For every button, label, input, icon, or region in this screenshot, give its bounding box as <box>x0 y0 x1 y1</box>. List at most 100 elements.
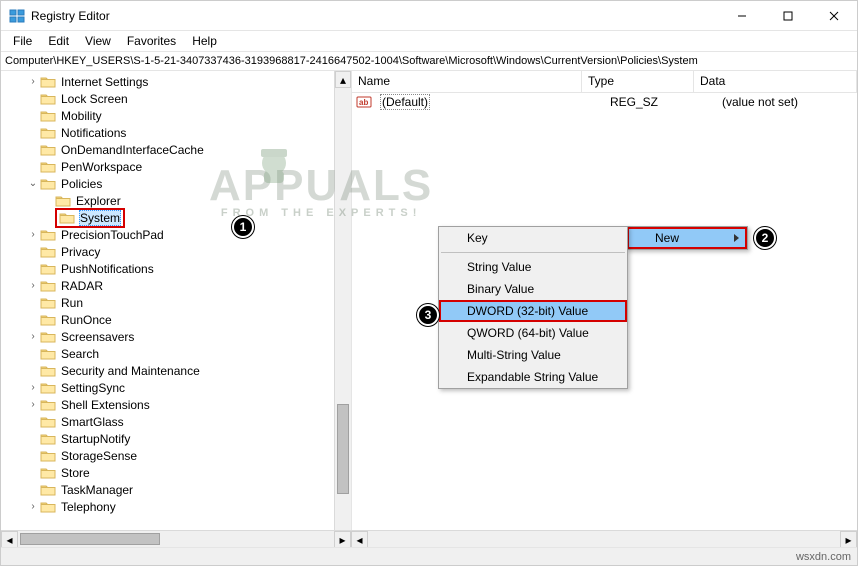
tree-scroll-thumb[interactable] <box>337 404 349 494</box>
scroll-right-icon[interactable]: ▸ <box>840 531 857 548</box>
menu-favorites[interactable]: Favorites <box>119 32 184 50</box>
folder-icon <box>40 500 56 514</box>
folder-icon <box>40 245 56 259</box>
column-data[interactable]: Data <box>694 71 857 92</box>
tree-item-mobility[interactable]: Mobility <box>1 107 351 124</box>
folder-icon <box>40 177 56 191</box>
tree-item-label: Shell Extensions <box>60 398 151 412</box>
tree-item-runonce[interactable]: RunOnce <box>1 311 351 328</box>
tree-item-notifications[interactable]: Notifications <box>1 124 351 141</box>
menu-view[interactable]: View <box>77 32 119 50</box>
tree-item-label: OnDemandInterfaceCache <box>60 143 205 157</box>
tree-item-privacy[interactable]: Privacy <box>1 243 351 260</box>
value-name: (Default) <box>380 94 430 110</box>
context-item-new[interactable]: New <box>627 227 747 249</box>
tree-item-lock-screen[interactable]: Lock Screen <box>1 90 351 107</box>
tree-item-telephony[interactable]: ›Telephony <box>1 498 351 515</box>
menu-edit[interactable]: Edit <box>40 32 77 50</box>
context-item-multistring[interactable]: Multi-String Value <box>439 344 627 366</box>
tree-item-penworkspace[interactable]: PenWorkspace <box>1 158 351 175</box>
folder-icon <box>55 194 71 208</box>
value-type: REG_SZ <box>604 94 716 110</box>
folder-icon <box>40 330 56 344</box>
folder-icon <box>40 466 56 480</box>
menubar: File Edit View Favorites Help <box>1 31 857 51</box>
tree-item-search[interactable]: Search <box>1 345 351 362</box>
address-bar[interactable]: Computer\HKEY_USERS\S-1-5-21-3407337436-… <box>1 51 857 71</box>
tree-item-internet-settings[interactable]: ›Internet Settings <box>1 73 351 90</box>
tree-item-storagesense[interactable]: StorageSense <box>1 447 351 464</box>
statusbar: wsxdn.com <box>1 547 857 565</box>
folder-icon <box>40 92 56 106</box>
expander-icon[interactable]: › <box>26 501 40 512</box>
close-button[interactable] <box>811 1 857 31</box>
regedit-icon <box>9 8 25 24</box>
tree-item-smartglass[interactable]: SmartGlass <box>1 413 351 430</box>
menu-help[interactable]: Help <box>184 32 225 50</box>
tree-item-label: TaskManager <box>60 483 134 497</box>
registry-tree[interactable]: ›Internet SettingsLock ScreenMobility Not… <box>1 71 351 517</box>
expander-icon[interactable]: › <box>26 280 40 291</box>
tree-item-settingsync[interactable]: ›SettingSync <box>1 379 351 396</box>
scroll-left-icon[interactable]: ◂ <box>1 531 18 548</box>
minimize-button[interactable] <box>719 1 765 31</box>
expander-icon[interactable]: › <box>26 229 40 240</box>
context-item-binary[interactable]: Binary Value <box>439 278 627 300</box>
expander-icon[interactable]: › <box>26 399 40 410</box>
tree-item-ondemandinterfacecache[interactable]: OnDemandInterfaceCache <box>1 141 351 158</box>
folder-icon <box>40 126 56 140</box>
folder-icon <box>40 262 56 276</box>
tree-hscroll-thumb[interactable] <box>20 533 160 545</box>
tree-item-explorer[interactable]: Explorer <box>1 192 351 209</box>
tree-item-radar[interactable]: ›RADAR <box>1 277 351 294</box>
context-item-dword[interactable]: DWORD (32-bit) Value <box>439 300 627 322</box>
tree-item-label: SmartGlass <box>60 415 125 429</box>
tree-item-store[interactable]: Store <box>1 464 351 481</box>
tree-item-label: PushNotifications <box>60 262 155 276</box>
callout-1: 1 <box>232 216 254 238</box>
tree-item-shell-extensions[interactable]: › Shell Extensions <box>1 396 351 413</box>
window-controls <box>719 1 857 31</box>
callout-2: 2 <box>754 227 776 249</box>
tree-item-label: Notifications <box>60 126 127 140</box>
scroll-right-icon[interactable]: ▸ <box>334 531 351 548</box>
tree-item-label: Explorer <box>75 194 122 208</box>
expander-icon[interactable]: ⌄ <box>26 178 40 189</box>
list-row[interactable]: ab (Default) REG_SZ (value not set) <box>352 93 857 111</box>
folder-icon <box>40 296 56 310</box>
tree-item-pushnotifications[interactable]: PushNotifications <box>1 260 351 277</box>
tree-item-taskmanager[interactable]: TaskManager <box>1 481 351 498</box>
status-text: wsxdn.com <box>796 551 851 563</box>
context-item-qword[interactable]: QWORD (64-bit) Value <box>439 322 627 344</box>
tree-item-label: PrecisionTouchPad <box>60 228 165 242</box>
tree-item-label: PenWorkspace <box>60 160 143 174</box>
tree-item-startupnotify[interactable]: StartupNotify <box>1 430 351 447</box>
context-item-key[interactable]: Key <box>439 227 627 249</box>
tree-item-label: Privacy <box>60 245 101 259</box>
tree-vertical-scrollbar[interactable]: ▴ ▾ <box>334 71 351 547</box>
column-type[interactable]: Type <box>582 71 694 92</box>
tree-item-security-and-maintenance[interactable]: Security and Maintenance <box>1 362 351 379</box>
maximize-button[interactable] <box>765 1 811 31</box>
tree-item-precisiontouchpad[interactable]: › PrecisionTouchPad <box>1 226 351 243</box>
tree-item-run[interactable]: Run <box>1 294 351 311</box>
scroll-up-icon[interactable]: ▴ <box>335 71 351 88</box>
tree-item-label: Search <box>60 347 100 361</box>
tree-item-label: Policies <box>60 177 103 191</box>
tree-item-policies[interactable]: ⌄ Policies <box>1 175 351 192</box>
list-body[interactable]: ab (Default) REG_SZ (value not set) <box>352 93 857 111</box>
expander-icon[interactable]: › <box>26 331 40 342</box>
tree-horizontal-scrollbar[interactable]: ◂ ▸ <box>1 530 351 547</box>
tree-item-screensavers[interactable]: ›Screensavers <box>1 328 351 345</box>
tree-item-system[interactable]: System <box>1 209 351 226</box>
expander-icon[interactable]: › <box>26 382 40 393</box>
value-data: (value not set) <box>716 94 857 110</box>
context-item-expandable[interactable]: Expandable String Value <box>439 366 627 388</box>
column-name[interactable]: Name <box>352 71 582 92</box>
scroll-left-icon[interactable]: ◂ <box>351 531 368 548</box>
list-horizontal-scrollbar[interactable]: ◂ ▸ <box>351 530 857 547</box>
expander-icon[interactable]: › <box>26 76 40 87</box>
context-item-string[interactable]: String Value <box>439 256 627 278</box>
folder-icon <box>40 432 56 446</box>
menu-file[interactable]: File <box>5 32 40 50</box>
